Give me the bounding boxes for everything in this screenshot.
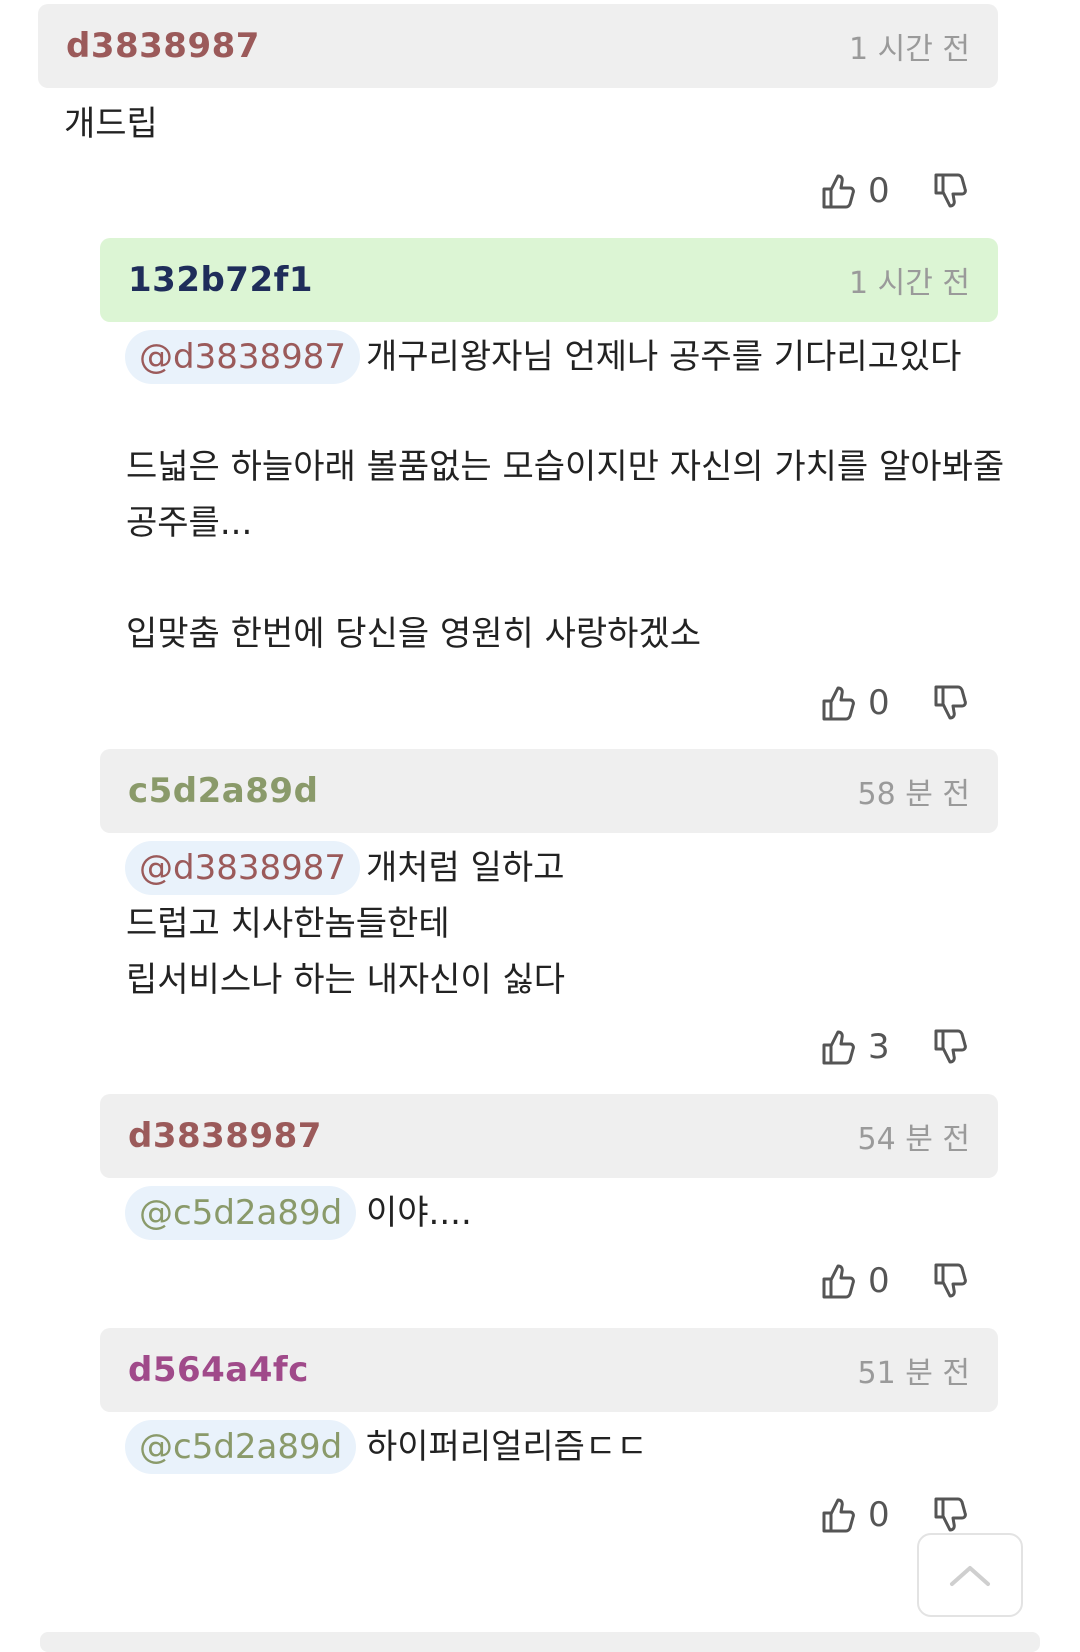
comment-header: d3838987 54 분 전 (100, 1094, 998, 1178)
thumbs-down-icon[interactable] (930, 683, 970, 723)
comment-text: 이야.... (366, 1193, 472, 1233)
comment-header: c5d2a89d 58 분 전 (100, 749, 998, 833)
mention-tag[interactable]: @c5d2a89d (125, 1186, 357, 1240)
like-count: 3 (868, 1027, 890, 1067)
comment-text: 드럽고 치사한놈들한테 (126, 904, 450, 944)
thumbs-down-icon[interactable] (930, 1027, 970, 1067)
comment-time: 51 분 전 (857, 1356, 970, 1391)
thumbs-up-icon[interactable] (818, 1495, 858, 1535)
comment-text: 개드립 (64, 104, 158, 144)
comment-text: 공주를... (126, 503, 253, 543)
mention-tag[interactable]: @c5d2a89d (125, 1420, 357, 1474)
like-count: 0 (868, 1495, 890, 1535)
comment-author[interactable]: d564a4fc (128, 1350, 309, 1390)
thumbs-up-icon[interactable] (818, 1261, 858, 1301)
comment-header: d3838987 1 시간 전 (38, 4, 998, 88)
comment-time: 54 분 전 (857, 1122, 970, 1157)
chevron-up-icon (950, 1566, 990, 1586)
comment-author[interactable]: 132b72f1 (128, 260, 313, 300)
comment-text: 립서비스나 하는 내자신이 싫다 (126, 960, 566, 1000)
thumbs-up-icon[interactable] (818, 171, 858, 211)
like-count: 0 (868, 171, 890, 211)
like-count: 0 (868, 683, 890, 723)
scroll-top-button[interactable] (917, 1533, 1023, 1617)
like-count: 0 (868, 1261, 890, 1301)
mention-tag[interactable]: @d3838987 (125, 330, 361, 384)
comment-text: 개구리왕자님 언제나 공주를 기다리고있다 (366, 337, 962, 377)
comment-author[interactable]: d3838987 (66, 26, 260, 66)
comment-time: 1 시간 전 (849, 32, 970, 67)
thumbs-up-icon[interactable] (818, 683, 858, 723)
mention-tag[interactable]: @d3838987 (125, 841, 361, 895)
comment-time: 58 분 전 (857, 777, 970, 812)
comment-header: d564a4fc 51 분 전 (100, 1328, 998, 1412)
next-comment-header (40, 1632, 1040, 1652)
vote-bar: 0 (818, 166, 970, 216)
comment-author[interactable]: c5d2a89d (128, 771, 318, 811)
comment-header: 132b72f1 1 시간 전 (100, 238, 998, 322)
thumbs-down-icon[interactable] (930, 1495, 970, 1535)
comment-text: 드넓은 하늘아래 볼품없는 모습이지만 자신의 가치를 알아봐줄 (126, 447, 1005, 487)
thumbs-up-icon[interactable] (818, 1027, 858, 1067)
thumbs-down-icon[interactable] (930, 1261, 970, 1301)
comment-text: 개처럼 일하고 (366, 848, 565, 888)
thumbs-down-icon[interactable] (930, 171, 970, 211)
comment-time: 1 시간 전 (849, 266, 970, 301)
comment-text: 입맞춤 한번에 당신을 영원히 사랑하겠소 (126, 614, 701, 654)
vote-bar: 0 (818, 678, 970, 728)
vote-bar: 0 (818, 1256, 970, 1306)
comment-text: 하이퍼리얼리즘ㄷㄷ (366, 1427, 648, 1467)
vote-bar: 3 (818, 1022, 970, 1072)
comment-author[interactable]: d3838987 (128, 1116, 322, 1156)
